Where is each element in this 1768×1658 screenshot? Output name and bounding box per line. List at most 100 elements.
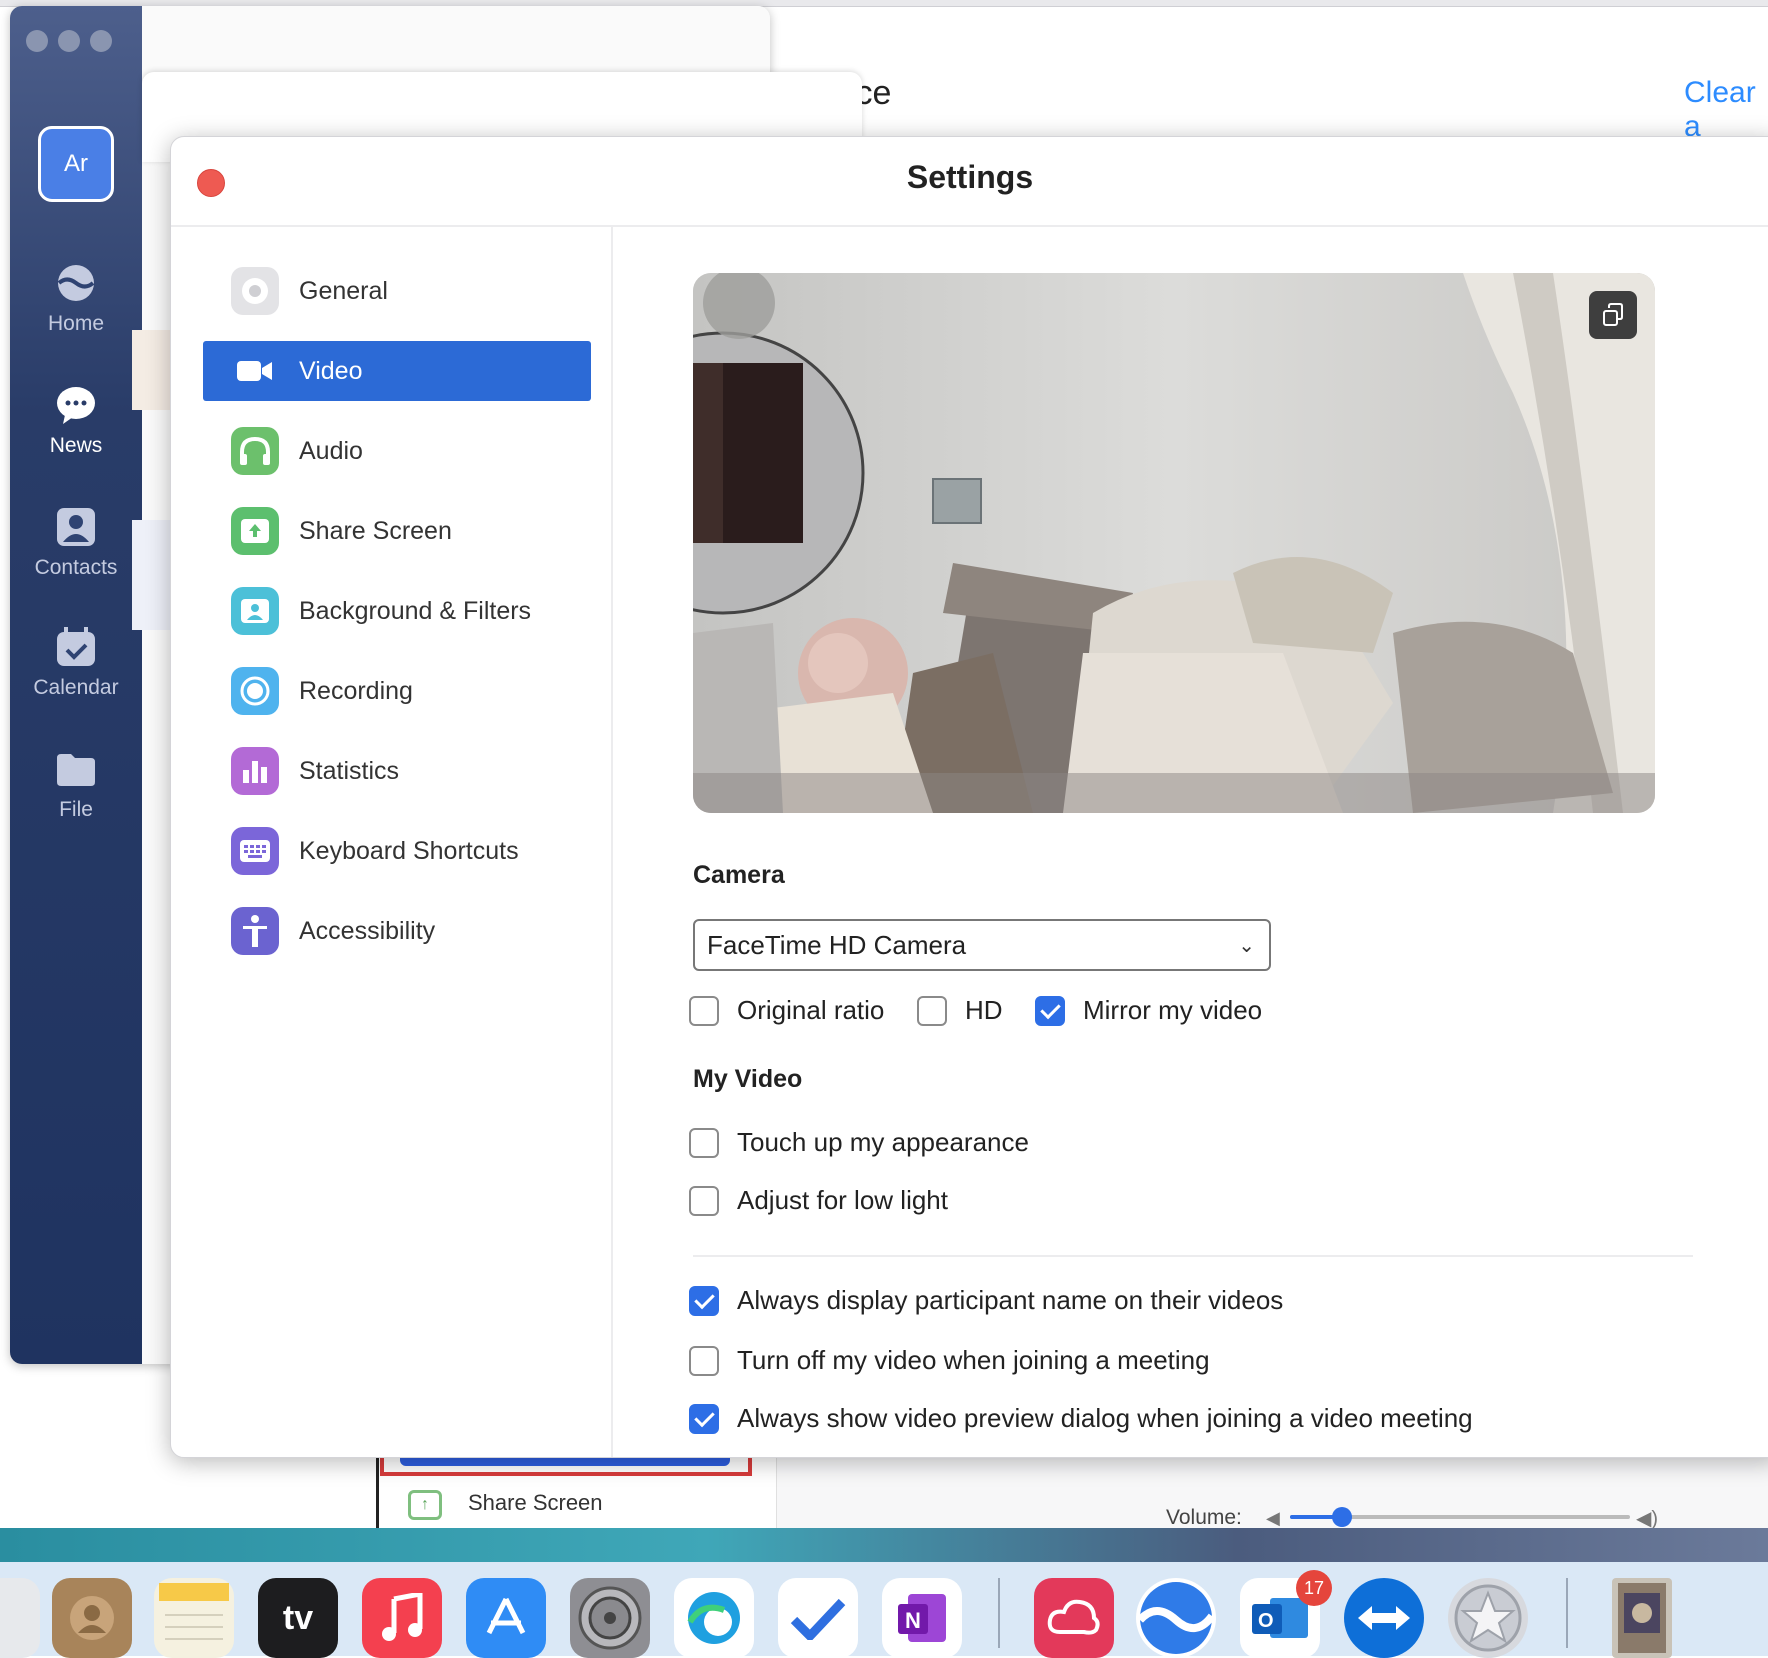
settings-menu-accessibility[interactable]: Accessibility: [203, 901, 591, 961]
settings-menu-recording[interactable]: Recording: [203, 661, 591, 721]
turn-off-video-checkbox[interactable]: Turn off my video when joining a meeting: [689, 1345, 1210, 1376]
background-list-item: [132, 520, 172, 630]
zoom-launcher-app-icon[interactable]: [1136, 1578, 1216, 1658]
checkbox-label: HD: [965, 995, 1003, 1025]
system-preferences-app-icon[interactable]: [570, 1578, 650, 1658]
settings-menu-label: Audio: [299, 436, 363, 465]
accessibility-icon: [231, 907, 279, 955]
settings-menu-video[interactable]: Video: [203, 341, 591, 401]
checkbox-label: Turn off my video when joining a meeting: [737, 1345, 1210, 1375]
nav-item-news[interactable]: News: [10, 384, 142, 458]
chevron-down-icon: ⌄: [1238, 935, 1255, 957]
avatar[interactable]: Ar: [38, 126, 114, 202]
camera-preview-image: [693, 273, 1655, 813]
settings-window: Settings General Video Audio Share Scree…: [170, 136, 1768, 1458]
volume-label: Volume:: [1166, 1506, 1242, 1529]
camera-select[interactable]: FaceTime HD Camera ⌄: [693, 919, 1271, 971]
checkbox-box[interactable]: [689, 1285, 719, 1316]
contacts-app-icon[interactable]: [52, 1578, 132, 1658]
window-close-button[interactable]: [26, 30, 48, 52]
settings-menu-audio[interactable]: Audio: [203, 421, 591, 481]
settings-menu-general[interactable]: General: [203, 261, 591, 321]
person-frame-icon: [231, 587, 279, 635]
checkbox-box[interactable]: [689, 1185, 719, 1216]
keyboard-icon: [231, 827, 279, 875]
video-camera-icon: [231, 347, 279, 395]
touch-up-checkbox[interactable]: Touch up my appearance: [689, 1127, 1029, 1158]
creative-cloud-app-icon[interactable]: [1034, 1578, 1114, 1658]
low-light-checkbox[interactable]: Adjust for low light: [689, 1185, 948, 1216]
checkbox-label: Original ratio: [737, 995, 885, 1025]
apple-tv-app-icon[interactable]: tv: [258, 1578, 338, 1658]
settings-menu-label: Statistics: [299, 756, 400, 785]
my-video-heading: My Video: [693, 1065, 803, 1093]
dock-separator: [1566, 1578, 1568, 1648]
svg-text:N: N: [905, 1608, 921, 1633]
checkbox-label: Adjust for low light: [737, 1185, 948, 1215]
hd-checkbox[interactable]: HD: [917, 995, 1003, 1026]
settings-menu-statistics[interactable]: Statistics: [203, 741, 591, 801]
window-minimize-button[interactable]: [58, 30, 80, 52]
video-preview-dialog-checkbox[interactable]: Always show video preview dialog when jo…: [689, 1403, 1473, 1434]
rotate-icon: [1603, 303, 1623, 326]
window-zoom-button[interactable]: [90, 30, 112, 52]
desktop-wallpaper-strip: [0, 1528, 1768, 1562]
mirror-video-checkbox[interactable]: Mirror my video: [1035, 995, 1262, 1026]
calendar-icon: [57, 627, 95, 666]
checkbox-label: Mirror my video: [1083, 995, 1263, 1025]
contacts-icon: [57, 508, 95, 546]
checkbox-box[interactable]: [689, 1127, 719, 1158]
teamviewer-app-icon[interactable]: [1344, 1578, 1424, 1658]
nav-item-file[interactable]: File: [10, 748, 142, 822]
nav-item-home[interactable]: Home: [10, 262, 142, 336]
volume-low-icon: ◀: [1266, 1508, 1280, 1528]
preview-thumbnail-app-icon[interactable]: [1612, 1578, 1672, 1658]
settings-menu-keyboard-shortcuts[interactable]: Keyboard Shortcuts: [203, 821, 591, 881]
nav-item-contacts[interactable]: Contacts: [10, 506, 142, 580]
nav-item-calendar[interactable]: Calendar: [10, 626, 142, 700]
camera-heading: Camera: [693, 861, 785, 889]
svg-text:O: O: [1258, 1610, 1274, 1632]
apple-tv-label: tv: [282, 1598, 314, 1637]
settings-menu-background-filters[interactable]: Background & Filters: [203, 581, 591, 641]
rotate-camera-button[interactable]: [1589, 291, 1637, 339]
zoom-nav-sidebar: Ar Home News Contacts Calendar File: [10, 6, 142, 1364]
launchpad-app-icon[interactable]: [1448, 1578, 1528, 1658]
original-ratio-checkbox[interactable]: Original ratio: [689, 995, 884, 1026]
nav-item-label: News: [49, 434, 103, 457]
notes-app-icon[interactable]: [154, 1578, 234, 1658]
chat-icon: [57, 387, 95, 424]
checkbox-box[interactable]: [689, 1403, 719, 1434]
home-icon: [57, 265, 95, 301]
clear-all-link[interactable]: Clear a: [1684, 76, 1768, 144]
checkbox-box[interactable]: [917, 995, 947, 1026]
todo-app-icon[interactable]: [778, 1578, 858, 1658]
settings-menu-label: Accessibility: [299, 916, 436, 945]
background-list-item: [132, 330, 172, 410]
video-preview: [693, 273, 1655, 813]
nav-item-label: Contacts: [34, 556, 118, 579]
checkbox-box[interactable]: [1035, 995, 1065, 1026]
edge-app-icon[interactable]: [674, 1578, 754, 1658]
settings-menu-label: General: [299, 276, 388, 305]
behind-share-screen-label[interactable]: Share Screen: [468, 1490, 603, 1516]
settings-menu-share-screen[interactable]: Share Screen: [203, 501, 591, 561]
checkbox-label: Always show video preview dialog when jo…: [737, 1403, 1473, 1433]
checkbox-label: Touch up my appearance: [737, 1127, 1029, 1157]
settings-menu-label: Keyboard Shortcuts: [299, 836, 519, 865]
onenote-app-icon[interactable]: N: [882, 1578, 962, 1658]
volume-slider-handle[interactable]: [1332, 1507, 1352, 1527]
nav-item-label: Home: [47, 312, 105, 335]
outlook-badge: 17: [1296, 1570, 1332, 1606]
display-names-checkbox[interactable]: Always display participant name on their…: [689, 1285, 1283, 1316]
folder-icon: [57, 754, 95, 786]
checkbox-box[interactable]: [689, 995, 719, 1026]
checkbox-box[interactable]: [689, 1345, 719, 1376]
settings-menu-label: Recording: [299, 676, 413, 705]
app-store-app-icon[interactable]: [466, 1578, 546, 1658]
camera-select-value: FaceTime HD Camera: [707, 929, 967, 960]
header-divider: [171, 225, 1768, 227]
photos-app-icon[interactable]: [0, 1578, 40, 1658]
music-app-icon[interactable]: [362, 1578, 442, 1658]
nav-item-label: File: [59, 798, 93, 821]
